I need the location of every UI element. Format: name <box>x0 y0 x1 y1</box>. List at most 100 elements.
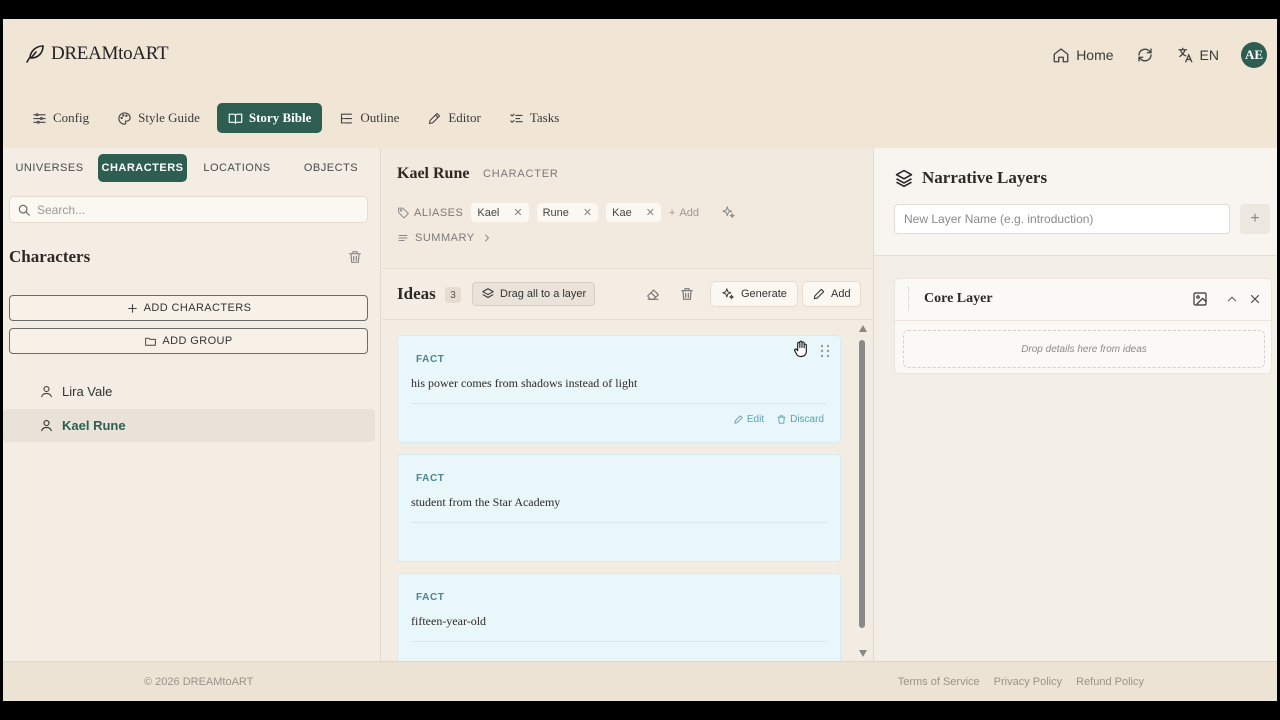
refund-link[interactable]: Refund Policy <box>1076 676 1144 688</box>
add-alias-button[interactable]: + Add <box>669 207 699 219</box>
tab-characters[interactable]: CHARACTERS <box>98 154 187 182</box>
nav-tasks-label: Tasks <box>529 110 560 125</box>
nav-editor[interactable]: Editor <box>416 103 492 133</box>
aliases-row: ALIASES Kael ✕ Rune ✕ Kae ✕ + Add <box>397 203 736 222</box>
aliases-label: ALIASES <box>397 206 463 219</box>
idea-text: student from the Star Academy <box>411 495 561 509</box>
tab-universes[interactable]: UNIVERSES <box>7 154 92 182</box>
add-group-label: ADD GROUP <box>162 335 233 347</box>
add-group-button[interactable]: ADD GROUP <box>9 328 368 354</box>
avatar[interactable]: AE <box>1241 42 1267 68</box>
summary-toggle[interactable]: SUMMARY <box>397 232 493 244</box>
search-input[interactable] <box>37 202 357 217</box>
layer-name: Core Layer <box>924 291 993 306</box>
edit-idea-button[interactable]: Edit <box>733 414 764 425</box>
close-icon[interactable] <box>1248 292 1262 306</box>
ideas-scrollbar[interactable] <box>857 322 867 661</box>
plus-icon: + <box>668 206 676 219</box>
add-idea-button[interactable]: Add <box>802 281 861 307</box>
pen-icon <box>429 112 441 124</box>
layers-title-text: Narrative Layers <box>922 168 1048 187</box>
feather-icon <box>26 45 44 63</box>
drag-handle-icon[interactable] <box>820 344 830 358</box>
scroll-thumb[interactable] <box>859 340 865 628</box>
ideas-count-badge: 3 <box>445 287 461 303</box>
summary-label: SUMMARY <box>415 232 475 244</box>
home-icon <box>1053 48 1069 63</box>
layer-drag-handle[interactable] <box>908 287 912 311</box>
text-lines-icon <box>398 235 408 241</box>
chevron-right-icon <box>484 234 489 242</box>
idea-type: FACT <box>416 592 445 603</box>
alias-text: Kae <box>612 206 632 219</box>
idea-card[interactable]: FACT fifteen-year-old <box>397 573 841 661</box>
nav-outline-label: Outline <box>360 110 400 125</box>
language-switcher[interactable]: EN <box>1176 46 1219 64</box>
logo[interactable]: DREAMtoART <box>23 42 169 66</box>
terms-link[interactable]: Terms of Service <box>898 676 980 688</box>
chevron-up-icon[interactable] <box>1225 292 1239 306</box>
tag-icon <box>398 207 409 219</box>
scroll-up-arrow[interactable] <box>859 325 867 332</box>
grab-cursor-icon <box>794 340 807 358</box>
idea-card[interactable]: FACT his power comes from shadows instea… <box>397 335 841 443</box>
trash-icon[interactable] <box>347 249 363 265</box>
character-header: Kael Rune CHARACTER ALIASES Kael ✕ Rune … <box>382 148 872 266</box>
tab-objects[interactable]: OBJECTS <box>287 154 375 182</box>
character-detail: Kael Rune CHARACTER ALIASES Kael ✕ Rune … <box>382 148 872 661</box>
nav-outline[interactable]: Outline <box>328 103 410 133</box>
tab-locations[interactable]: LOCATIONS <box>193 154 281 182</box>
edit-label: Edit <box>746 414 765 425</box>
generate-button[interactable]: Generate <box>710 281 798 307</box>
nav-config[interactable]: Config <box>21 103 100 133</box>
trash-icon <box>777 415 786 424</box>
discard-idea-button[interactable]: Discard <box>776 414 824 425</box>
alias-chip: Kael ✕ <box>471 203 529 222</box>
ideas-title: Ideas <box>397 284 436 303</box>
new-layer-input[interactable] <box>894 204 1230 234</box>
pen-icon <box>734 415 743 424</box>
character-item-lira-vale[interactable]: Lira Vale <box>3 375 375 408</box>
trash-icon[interactable] <box>679 286 695 302</box>
layer-dropzone[interactable]: Drop details here from ideas <box>903 330 1265 368</box>
remove-alias-icon[interactable]: ✕ <box>646 206 655 219</box>
scroll-down-arrow[interactable] <box>859 650 867 657</box>
eraser-icon[interactable] <box>645 286 661 302</box>
character-search <box>9 196 368 223</box>
character-item-kael-rune[interactable]: Kael Rune <box>3 409 375 442</box>
nav-tasks[interactable]: Tasks <box>498 103 570 133</box>
refresh-button[interactable] <box>1136 46 1154 64</box>
privacy-link[interactable]: Privacy Policy <box>994 676 1062 688</box>
layers-header: Narrative Layers + <box>874 148 1277 256</box>
image-icon[interactable] <box>1192 291 1208 307</box>
nav-story-bible[interactable]: Story Bible <box>216 103 323 133</box>
layer-card: Core Layer Drop details here from ideas <box>894 278 1272 374</box>
copyright: © 2026 DREAMtoART <box>144 676 254 688</box>
discard-label: Discard <box>790 414 824 425</box>
remove-alias-icon[interactable]: ✕ <box>513 206 522 219</box>
idea-type: FACT <box>416 473 445 484</box>
add-characters-button[interactable]: ADD CHARACTERS <box>9 295 368 321</box>
layer-card-header: Core Layer <box>895 279 1271 321</box>
palette-icon <box>118 111 131 125</box>
app-window: DREAMtoART Home EN AE Config Style Guide… <box>3 19 1277 701</box>
ideas-list: FACT his power comes from shadows instea… <box>382 322 872 661</box>
idea-card[interactable]: FACT student from the Star Academy <box>397 454 841 562</box>
logo-text: DREAMtoART <box>51 43 169 64</box>
plus-icon <box>127 303 137 313</box>
layers-icon <box>482 288 494 299</box>
add-alias-label: Add <box>679 206 699 219</box>
sparkle-icon[interactable] <box>721 205 736 220</box>
main-nav: Config Style Guide Story Bible Outline E… <box>21 102 570 134</box>
drag-all-button[interactable]: Drag all to a layer <box>472 282 596 306</box>
add-layer-button[interactable]: + <box>1240 204 1270 234</box>
nav-style-guide[interactable]: Style Guide <box>106 103 211 133</box>
ideas-toolbar: Ideas 3 Drag all to a layer Generate Add <box>382 268 872 320</box>
card-divider <box>411 641 827 642</box>
character-title: Kael Rune <box>397 165 470 182</box>
character-name: Lira Vale <box>62 384 113 399</box>
folder-icon <box>145 337 157 346</box>
idea-type: FACT <box>416 354 445 365</box>
home-link[interactable]: Home <box>1052 46 1114 64</box>
remove-alias-icon[interactable]: ✕ <box>583 206 592 219</box>
